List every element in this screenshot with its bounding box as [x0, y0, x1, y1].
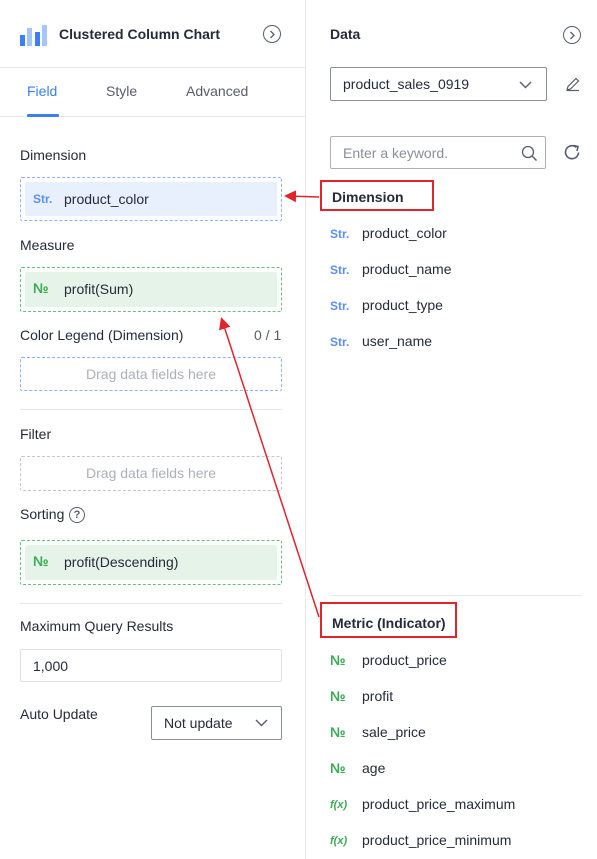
field-name: sale_price: [362, 724, 426, 740]
data-panel: Data product_sales_0919 Enter a keyword.…: [306, 0, 597, 859]
chevron-down-icon: [255, 719, 268, 727]
field-name: product_price: [362, 652, 447, 668]
dataset-value: product_sales_0919: [343, 76, 470, 92]
chart-header: Clustered Column Chart: [0, 0, 305, 68]
filter-dropzone[interactable]: Drag data fields here: [20, 456, 282, 491]
filter-placeholder: Drag data fields here: [86, 465, 216, 481]
filter-label: Filter: [20, 426, 52, 442]
field-item-product-price-maximum[interactable]: f(x) product_price_maximum: [330, 795, 570, 817]
color-legend-count: 0 / 1: [254, 327, 282, 343]
field-name: product_price_maximum: [362, 796, 516, 812]
field-name: product_color: [362, 225, 447, 241]
dimension-section-title: Dimension: [332, 189, 404, 205]
number-type-icon: №: [330, 688, 346, 704]
field-item-age[interactable]: № age: [330, 759, 570, 781]
data-panel-title: Data: [330, 26, 361, 42]
field-name: user_name: [362, 333, 433, 349]
config-tabs: Field Style Advanced: [0, 69, 305, 117]
field-name: age: [362, 760, 386, 776]
field-name: product_type: [362, 297, 443, 313]
function-type-icon: f(x): [330, 799, 348, 811]
color-legend-label: Color Legend (Dimension): [20, 327, 184, 343]
metric-section-title: Metric (Indicator): [332, 615, 446, 631]
measure-field-name: profit(Sum): [64, 281, 134, 297]
field-item-product-price-minimum[interactable]: f(x) product_price_minimum: [330, 831, 570, 853]
collapse-icon[interactable]: [263, 25, 281, 43]
tab-style[interactable]: Style: [106, 83, 137, 99]
dataset-select[interactable]: product_sales_0919: [330, 67, 547, 101]
divider: [20, 603, 282, 604]
field-name: product_name: [362, 261, 452, 277]
number-type-icon: №: [330, 760, 346, 776]
string-type-icon: Str.: [330, 299, 350, 313]
string-type-icon: Str.: [330, 263, 350, 277]
auto-update-label: Auto Update: [20, 706, 98, 722]
tab-field[interactable]: Field: [27, 83, 57, 99]
measure-label: Measure: [20, 237, 75, 253]
measure-field-chip[interactable]: № profit(Sum): [25, 272, 277, 307]
chart-config-panel: Clustered Column Chart Field Style Advan…: [0, 0, 306, 859]
divider: [20, 409, 282, 410]
refresh-icon[interactable]: [563, 143, 582, 162]
auto-update-value: Not update: [164, 715, 233, 731]
dimension-field-name: product_color: [64, 191, 149, 207]
field-item-product-color[interactable]: Str. product_color: [330, 224, 570, 246]
chart-title: Clustered Column Chart: [59, 26, 221, 42]
field-item-profit[interactable]: № profit: [330, 687, 570, 709]
string-type-icon: Str.: [330, 227, 350, 241]
field-item-sale-price[interactable]: № sale_price: [330, 723, 570, 745]
metric-section-header: Metric (Indicator): [320, 602, 457, 638]
measure-dropzone[interactable]: № profit(Sum): [20, 267, 282, 312]
field-item-product-price[interactable]: № product_price: [330, 651, 570, 673]
number-type-icon: №: [33, 553, 49, 569]
string-type-icon: Str.: [330, 335, 350, 349]
search-icon[interactable]: [521, 145, 538, 162]
number-type-icon: №: [33, 280, 49, 296]
dimension-dropzone[interactable]: Str. product_color: [20, 177, 282, 221]
string-type-icon: Str.: [33, 192, 53, 206]
field-search-input[interactable]: Enter a keyword.: [330, 136, 546, 169]
sorting-label: Sorting: [20, 506, 65, 522]
color-legend-placeholder: Drag data fields here: [86, 366, 216, 382]
field-name: profit: [362, 688, 394, 704]
field-item-product-type[interactable]: Str. product_type: [330, 296, 570, 318]
sorting-field-name: profit(Descending): [64, 554, 179, 570]
dimension-field-chip[interactable]: Str. product_color: [25, 182, 277, 216]
sorting-field-chip[interactable]: № profit(Descending): [25, 545, 277, 580]
number-type-icon: №: [330, 652, 346, 668]
collapse-icon[interactable]: [563, 26, 581, 44]
active-tab-indicator: [27, 114, 59, 117]
dimension-label: Dimension: [20, 147, 87, 163]
dimension-section-header: Dimension: [320, 180, 434, 211]
field-item-product-name[interactable]: Str. product_name: [330, 260, 570, 282]
max-query-label: Maximum Query Results: [20, 618, 174, 634]
tab-advanced[interactable]: Advanced: [186, 83, 248, 99]
function-type-icon: f(x): [330, 835, 348, 847]
edit-icon[interactable]: [565, 76, 581, 92]
divider: [330, 595, 582, 596]
search-placeholder: Enter a keyword.: [343, 145, 449, 161]
number-type-icon: №: [330, 724, 346, 740]
help-icon[interactable]: ?: [69, 507, 85, 523]
sorting-dropzone[interactable]: № profit(Descending): [20, 540, 282, 585]
color-legend-dropzone[interactable]: Drag data fields here: [20, 357, 282, 391]
auto-update-select[interactable]: Not update: [151, 706, 282, 740]
chevron-down-icon: [519, 81, 532, 89]
chart-logo-icon: [20, 25, 47, 46]
max-query-value: 1,000: [33, 658, 69, 674]
max-query-input[interactable]: 1,000: [20, 649, 282, 682]
field-item-user-name[interactable]: Str. user_name: [330, 332, 570, 354]
field-name: product_price_minimum: [362, 832, 512, 848]
